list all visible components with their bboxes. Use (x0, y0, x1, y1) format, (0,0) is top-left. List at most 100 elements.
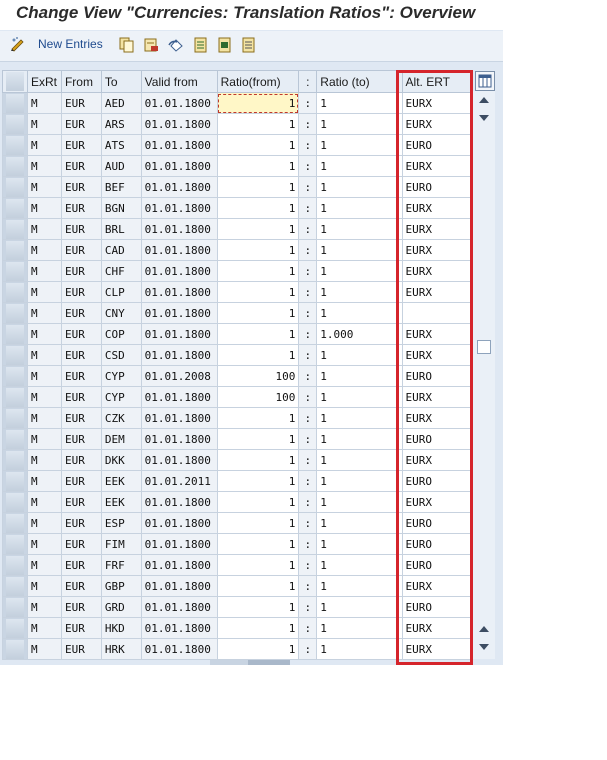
row-select-button[interactable] (2, 575, 28, 597)
cell-ratio-from[interactable]: 1 (216, 428, 300, 450)
select-block-icon[interactable] (217, 37, 233, 53)
cell-ratio-from[interactable]: 1 (216, 113, 300, 135)
cell-alt-ert[interactable]: EURX (401, 155, 473, 177)
cell-alt-ert[interactable]: EURX (401, 344, 473, 366)
cell-ratio-to[interactable]: 1 (316, 596, 403, 618)
row-select-button[interactable] (2, 323, 28, 345)
row-select-button[interactable] (2, 260, 28, 282)
row-select-button[interactable] (2, 617, 28, 639)
cell-alt-ert[interactable] (401, 302, 473, 324)
cell-ratio-from[interactable]: 1 (216, 134, 300, 156)
row-select-button[interactable] (2, 239, 28, 261)
scroll-line-up-icon[interactable] (479, 626, 489, 632)
row-select-button[interactable] (2, 533, 28, 555)
cell-ratio-from[interactable]: 1 (216, 176, 300, 198)
cell-ratio-to[interactable]: 1 (316, 113, 403, 135)
cell-alt-ert[interactable]: EURO (401, 365, 473, 387)
column-header-valid-from[interactable]: Valid from (140, 70, 218, 93)
cell-ratio-from[interactable]: 1 (216, 218, 300, 240)
table-settings-button[interactable] (475, 71, 495, 91)
cell-ratio-to[interactable]: 1 (316, 239, 403, 261)
row-select-button[interactable] (2, 512, 28, 534)
row-select-button[interactable] (2, 218, 28, 240)
cell-ratio-to[interactable]: 1 (316, 512, 403, 534)
cell-ratio-to[interactable]: 1 (316, 218, 403, 240)
row-select-button[interactable] (2, 428, 28, 450)
row-select-button[interactable] (2, 134, 28, 156)
cell-alt-ert[interactable]: EURX (401, 260, 473, 282)
row-select-button[interactable] (2, 449, 28, 471)
cell-alt-ert[interactable]: EURX (401, 575, 473, 597)
cell-ratio-from[interactable]: 100 (216, 365, 300, 387)
cell-ratio-to[interactable]: 1 (316, 365, 403, 387)
column-header-alt-ert[interactable]: Alt. ERT (401, 70, 473, 93)
cell-alt-ert[interactable]: EURX (401, 407, 473, 429)
row-select-button[interactable] (2, 113, 28, 135)
cell-ratio-to[interactable]: 1 (316, 197, 403, 219)
cell-alt-ert[interactable]: EURX (401, 113, 473, 135)
cell-alt-ert[interactable]: EURX (401, 617, 473, 639)
cell-alt-ert[interactable]: EURO (401, 470, 473, 492)
cell-ratio-to[interactable]: 1 (316, 533, 403, 555)
cell-alt-ert[interactable]: EURO (401, 176, 473, 198)
new-entries-button[interactable]: New Entries (10, 36, 103, 52)
cell-alt-ert[interactable]: EURO (401, 512, 473, 534)
horizontal-scrollbar-thumb[interactable] (248, 660, 290, 665)
row-select-button[interactable] (2, 365, 28, 387)
row-select-button[interactable] (2, 470, 28, 492)
row-select-button[interactable] (2, 281, 28, 303)
cell-ratio-from[interactable]: 1 (216, 470, 300, 492)
cell-alt-ert[interactable]: EURX (401, 638, 473, 660)
column-header-to[interactable]: To (100, 70, 142, 93)
deselect-all-icon[interactable] (241, 37, 257, 53)
cell-ratio-from[interactable]: 1 (216, 617, 300, 639)
cell-ratio-to[interactable]: 1 (316, 302, 403, 324)
cell-ratio-to[interactable]: 1 (316, 428, 403, 450)
column-header-ratio-to[interactable]: Ratio (to) (316, 70, 403, 93)
vertical-scrollbar[interactable] (473, 91, 495, 659)
cell-ratio-to[interactable]: 1.000 (316, 323, 403, 345)
scroll-page-up-icon[interactable] (479, 97, 489, 103)
row-select-button[interactable] (2, 302, 28, 324)
cell-alt-ert[interactable]: EURX (401, 491, 473, 513)
delete-icon[interactable] (143, 37, 159, 53)
column-header-exrt[interactable]: ExRt (27, 70, 62, 93)
cell-ratio-from[interactable]: 1 (216, 554, 300, 576)
cell-alt-ert[interactable]: EURX (401, 386, 473, 408)
cell-ratio-from[interactable]: 1 (216, 533, 300, 555)
cell-ratio-to[interactable]: 1 (316, 155, 403, 177)
cell-ratio-from[interactable]: 1 (216, 281, 300, 303)
cell-alt-ert[interactable]: EURX (401, 92, 473, 114)
select-all-icon[interactable] (193, 37, 209, 53)
cell-ratio-to[interactable]: 1 (316, 407, 403, 429)
cell-ratio-to[interactable]: 1 (316, 554, 403, 576)
row-select-button[interactable] (2, 386, 28, 408)
row-select-button[interactable] (2, 554, 28, 576)
cell-ratio-from[interactable]: 1 (216, 491, 300, 513)
cell-ratio-to[interactable]: 1 (316, 92, 403, 114)
cell-alt-ert[interactable]: EURX (401, 323, 473, 345)
cell-ratio-to[interactable]: 1 (316, 470, 403, 492)
scrollbar-thumb[interactable] (477, 340, 491, 354)
select-all-rows-button[interactable] (2, 70, 28, 93)
cell-ratio-from[interactable]: 1 (216, 260, 300, 282)
cell-ratio-from[interactable]: 1 (216, 407, 300, 429)
cell-ratio-from[interactable]: 1 (216, 512, 300, 534)
cell-ratio-to[interactable]: 1 (316, 134, 403, 156)
cell-alt-ert[interactable]: EURX (401, 449, 473, 471)
cell-ratio-to[interactable]: 1 (316, 491, 403, 513)
cell-ratio-to[interactable]: 1 (316, 617, 403, 639)
cell-ratio-to[interactable]: 1 (316, 260, 403, 282)
row-select-button[interactable] (2, 176, 28, 198)
cell-alt-ert[interactable]: EURX (401, 281, 473, 303)
cell-ratio-from[interactable]: 100 (216, 386, 300, 408)
cell-alt-ert[interactable]: EURO (401, 134, 473, 156)
row-select-button[interactable] (2, 407, 28, 429)
cell-ratio-from[interactable]: 1 (216, 92, 300, 114)
cell-ratio-to[interactable]: 1 (316, 638, 403, 660)
row-select-button[interactable] (2, 92, 28, 114)
row-select-button[interactable] (2, 491, 28, 513)
cell-ratio-from[interactable]: 1 (216, 302, 300, 324)
row-select-button[interactable] (2, 197, 28, 219)
cell-alt-ert[interactable]: EURO (401, 554, 473, 576)
